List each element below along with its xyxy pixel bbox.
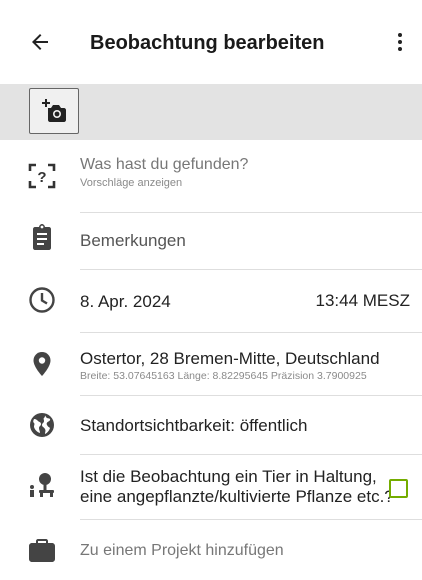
species-row[interactable]: ? Was hast du gefunden? Vorschläge anzei… (0, 140, 422, 212)
notes-field[interactable]: Bemerkungen (80, 230, 186, 251)
geoprivacy-row[interactable]: Standortsichtbarkeit: öffentlich (0, 396, 422, 454)
date-value[interactable]: 8. Apr. 2024 (80, 291, 171, 312)
captive-checkbox[interactable] (389, 479, 408, 498)
location-place: Ostertor, 28 Bremen-Mitte, Deutschland (80, 349, 380, 368)
photo-strip (0, 84, 422, 140)
location-row[interactable]: Ostertor, 28 Bremen-Mitte, Deutschland B… (0, 333, 422, 395)
more-vert-icon[interactable] (388, 30, 412, 54)
species-suggest-icon: ? (28, 162, 56, 190)
add-photo-button[interactable] (29, 88, 79, 134)
svg-text:?: ? (37, 169, 46, 186)
captive-line2: eine angepflanzte/kultivierte Pflanze et… (80, 487, 394, 506)
briefcase-icon (28, 536, 56, 564)
time-value[interactable]: 13:44 MESZ (316, 291, 411, 311)
clipboard-icon (28, 223, 56, 251)
species-label: Was hast du gefunden? (80, 156, 249, 173)
species-suggestions-link[interactable]: Vorschläge anzeigen (80, 176, 182, 190)
location-pin-icon (28, 350, 56, 378)
datetime-row[interactable]: 8. Apr. 2024 13:44 MESZ (0, 270, 422, 332)
captive-line1: Ist die Beobachtung ein Tier in Haltung, (80, 467, 377, 486)
arrow-back-icon[interactable] (28, 30, 52, 54)
add-photo-icon (42, 99, 66, 122)
captive-row[interactable]: Ist die Beobachtung ein Tier in Haltung,… (0, 455, 422, 519)
page-title: Beobachtung bearbeiten (90, 32, 325, 54)
add-project-label[interactable]: Zu einem Projekt hinzufügen (80, 540, 284, 561)
captive-icon (28, 471, 56, 499)
app-bar: Beobachtung bearbeiten (0, 0, 422, 84)
clock-icon (28, 286, 56, 314)
notes-row[interactable]: Bemerkungen (0, 213, 422, 269)
geoprivacy-label[interactable]: Standortsichtbarkeit: öffentlich (80, 415, 307, 436)
project-row[interactable]: Zu einem Projekt hinzufügen (0, 520, 422, 580)
globe-icon (28, 411, 56, 439)
location-details: Breite: 53.07645163 Länge: 8.82295645 Pr… (80, 370, 367, 382)
